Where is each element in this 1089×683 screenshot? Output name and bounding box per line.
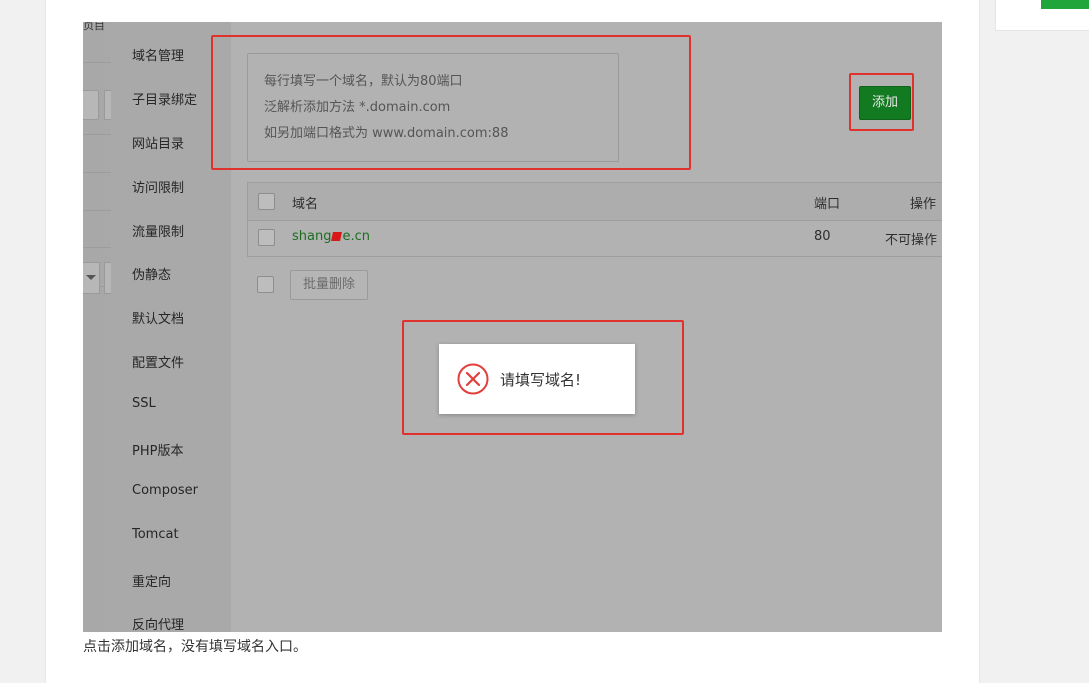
table-header: 域名 端口 操作 xyxy=(247,182,942,221)
image-caption: 点击添加域名，没有填写域名入口。 xyxy=(83,639,307,655)
background-dropdown xyxy=(83,262,100,294)
background-divider xyxy=(83,172,111,173)
menu-item-site-directory[interactable]: 网站目录 xyxy=(132,133,184,152)
background-divider xyxy=(83,134,111,135)
background-button xyxy=(83,90,99,120)
menu-item-composer[interactable]: Composer xyxy=(132,483,198,498)
row-checkbox[interactable] xyxy=(258,229,275,246)
domain-text-suffix: e.cn xyxy=(342,229,371,244)
domain-text-prefix: shang xyxy=(292,229,332,244)
sidebar-card xyxy=(995,0,1089,31)
background-divider xyxy=(83,247,111,248)
menu-item-subdirectory-binding[interactable]: 子目录绑定 xyxy=(132,89,197,108)
background-divider xyxy=(83,210,111,211)
port-value: 80 xyxy=(814,229,831,244)
highlight-box-domain-input xyxy=(211,35,691,170)
table-row: shang e.cn 80 不可操作 xyxy=(247,220,942,257)
menu-item-rewrite[interactable]: 伪静态 xyxy=(132,264,171,283)
highlight-box-add-button xyxy=(849,73,914,131)
domain-table: 域名 端口 操作 shang e.cn 80 不可操作 xyxy=(247,182,942,257)
column-header-port: 端口 xyxy=(814,197,841,212)
column-header-domain: 域名 xyxy=(292,197,319,212)
highlight-box-toast xyxy=(402,320,684,435)
select-all-checkbox[interactable] xyxy=(258,193,275,210)
screenshot-image: 页目 域名管理 子目录绑定 网站目录 访问限制 流量限制 伪静态 默认文档 配置… xyxy=(83,22,942,632)
sidebar-green-button[interactable] xyxy=(1041,0,1089,9)
batch-select-checkbox[interactable] xyxy=(257,276,274,293)
domain-link[interactable]: shang e.cn xyxy=(292,229,370,244)
menu-item-reverse-proxy[interactable]: 反向代理 xyxy=(132,614,184,632)
action-value: 不可操作 xyxy=(885,233,938,248)
menu-item-php-version[interactable]: PHP版本 xyxy=(132,440,183,459)
column-header-action: 操作 xyxy=(910,197,937,212)
menu-item-config-file[interactable]: 配置文件 xyxy=(132,352,184,371)
background-tab-text: 页目 xyxy=(83,22,105,32)
menu-item-tomcat[interactable]: Tomcat xyxy=(132,527,179,542)
menu-item-access-limit[interactable]: 访问限制 xyxy=(132,177,184,196)
menu-item-default-document[interactable]: 默认文档 xyxy=(132,308,184,327)
menu-item-redirect[interactable]: 重定向 xyxy=(132,571,171,590)
menu-item-ssl[interactable]: SSL xyxy=(132,396,156,411)
background-divider xyxy=(83,62,111,63)
menu-item-traffic-limit[interactable]: 流量限制 xyxy=(132,221,184,240)
redaction-mark xyxy=(331,232,343,241)
batch-delete-button[interactable]: 批量删除 xyxy=(290,270,368,300)
background-panel: 页目 xyxy=(83,22,112,632)
menu-item-domain-management[interactable]: 域名管理 xyxy=(132,45,184,64)
